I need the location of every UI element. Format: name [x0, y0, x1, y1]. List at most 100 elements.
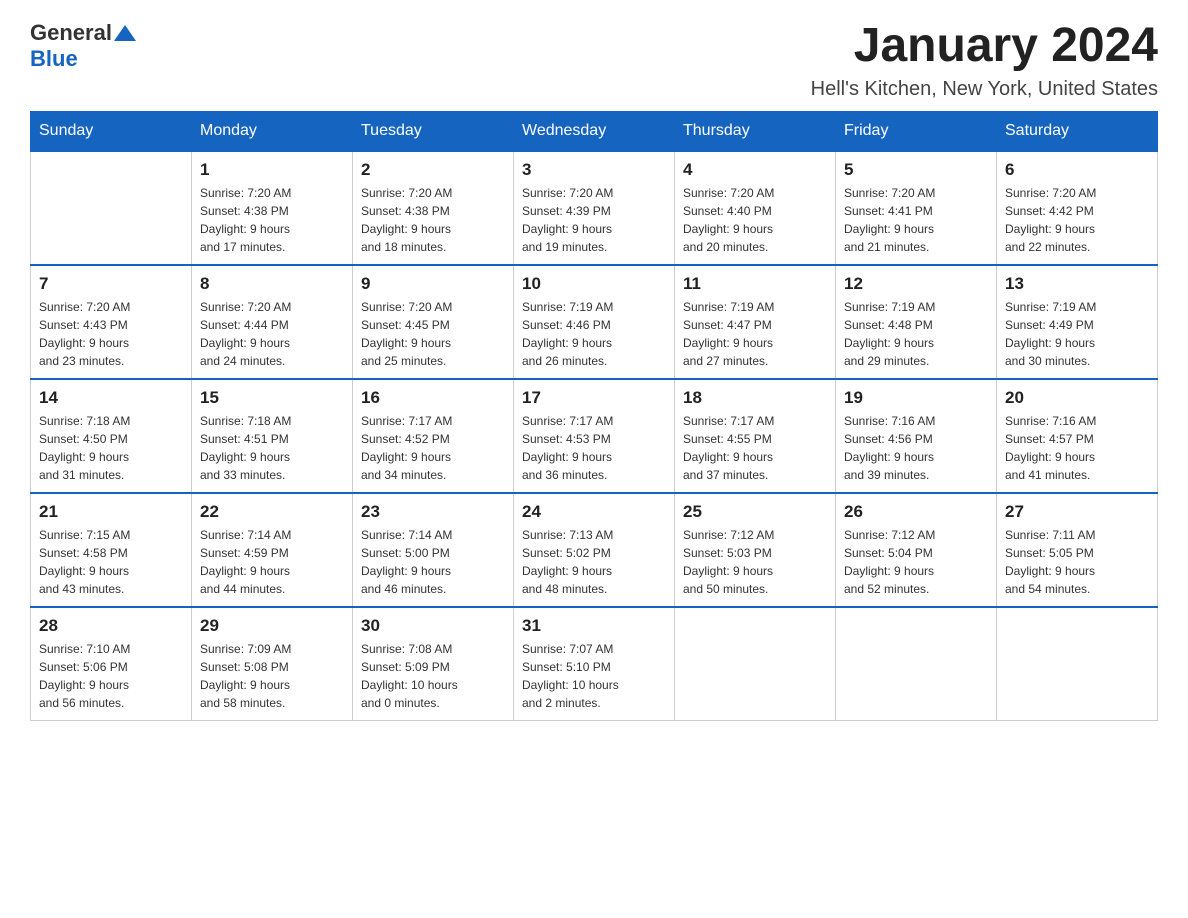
- calendar-cell: 16Sunrise: 7:17 AM Sunset: 4:52 PM Dayli…: [353, 379, 514, 493]
- calendar-cell: 14 Sunrise: 7:18 AM Sunset: 4:50 PM Dayli…: [31, 379, 192, 493]
- day-number: 19: [844, 388, 988, 408]
- week-row-1: 1 Sunrise: 7:20 AM Sunset: 4:38 PM Daylig…: [31, 151, 1158, 265]
- day-info: Sunrise: 7:10 AM Sunset: 5:06 PM Dayligh…: [39, 640, 183, 712]
- calendar-cell: 27 Sunrise: 7:11 AM Sunset: 5:05 PM Dayli…: [997, 493, 1158, 607]
- day-number: 13: [1005, 274, 1149, 294]
- logo-general-text: General: [30, 20, 112, 46]
- day-info: Sunrise: 7:20 AM Sunset: 4:45 PM Dayligh…: [361, 298, 505, 370]
- day-info: Sunrise: 7:18 AM Sunset: 4:50 PM Dayligh…: [39, 412, 183, 484]
- calendar-cell: 24Sunrise: 7:13 AM Sunset: 5:02 PM Dayli…: [514, 493, 675, 607]
- calendar-cell: 22 Sunrise: 7:14 AM Sunset: 4:59 PM Dayli…: [192, 493, 353, 607]
- calendar-cell: [675, 607, 836, 721]
- day-info: Sunrise: 7:17 AM Sunset: 4:52 PM Dayligh…: [361, 412, 505, 484]
- logo-triangle-icon: [114, 25, 136, 41]
- calendar-cell: 4Sunrise: 7:20 AM Sunset: 4:40 PM Daylig…: [675, 151, 836, 265]
- calendar-table: SundayMondayTuesdayWednesdayThursdayFrid…: [30, 111, 1158, 721]
- calendar-cell: 2 Sunrise: 7:20 AM Sunset: 4:38 PM Daylig…: [353, 151, 514, 265]
- week-row-2: 7 Sunrise: 7:20 AM Sunset: 4:43 PM Daylig…: [31, 265, 1158, 379]
- day-info: Sunrise: 7:12 AM Sunset: 5:03 PM Dayligh…: [683, 526, 827, 598]
- calendar-cell: 25 Sunrise: 7:12 AM Sunset: 5:03 PM Dayli…: [675, 493, 836, 607]
- week-row-5: 28 Sunrise: 7:10 AM Sunset: 5:06 PM Dayli…: [31, 607, 1158, 721]
- day-number: 27: [1005, 502, 1149, 522]
- calendar-cell: 3Sunrise: 7:20 AM Sunset: 4:39 PM Daylig…: [514, 151, 675, 265]
- calendar-cell: 15Sunrise: 7:18 AM Sunset: 4:51 PM Dayli…: [192, 379, 353, 493]
- day-number: 11: [683, 274, 827, 294]
- calendar-cell: 6Sunrise: 7:20 AM Sunset: 4:42 PM Daylig…: [997, 151, 1158, 265]
- day-number: 25: [683, 502, 827, 522]
- day-info: Sunrise: 7:20 AM Sunset: 4:39 PM Dayligh…: [522, 184, 666, 256]
- day-info: Sunrise: 7:18 AM Sunset: 4:51 PM Dayligh…: [200, 412, 344, 484]
- calendar-cell: [31, 151, 192, 265]
- title-area: January 2024 Hell's Kitchen, New York, U…: [811, 20, 1158, 101]
- week-row-4: 21 Sunrise: 7:15 AM Sunset: 4:58 PM Dayli…: [31, 493, 1158, 607]
- day-info: Sunrise: 7:20 AM Sunset: 4:42 PM Dayligh…: [1005, 184, 1149, 256]
- day-number: 18: [683, 388, 827, 408]
- day-header-friday: Friday: [836, 111, 997, 151]
- day-number: 14: [39, 388, 183, 408]
- day-info: Sunrise: 7:19 AM Sunset: 4:46 PM Dayligh…: [522, 298, 666, 370]
- calendar-cell: 18 Sunrise: 7:17 AM Sunset: 4:55 PM Dayli…: [675, 379, 836, 493]
- day-info: Sunrise: 7:12 AM Sunset: 5:04 PM Dayligh…: [844, 526, 988, 598]
- day-info: Sunrise: 7:17 AM Sunset: 4:55 PM Dayligh…: [683, 412, 827, 484]
- day-info: Sunrise: 7:11 AM Sunset: 5:05 PM Dayligh…: [1005, 526, 1149, 598]
- month-title: January 2024: [811, 20, 1158, 73]
- calendar-cell: 29 Sunrise: 7:09 AM Sunset: 5:08 PM Dayli…: [192, 607, 353, 721]
- day-header-tuesday: Tuesday: [353, 111, 514, 151]
- calendar-cell: [997, 607, 1158, 721]
- day-header-thursday: Thursday: [675, 111, 836, 151]
- day-info: Sunrise: 7:16 AM Sunset: 4:57 PM Dayligh…: [1005, 412, 1149, 484]
- day-info: Sunrise: 7:07 AM Sunset: 5:10 PM Dayligh…: [522, 640, 666, 712]
- calendar-cell: 7 Sunrise: 7:20 AM Sunset: 4:43 PM Daylig…: [31, 265, 192, 379]
- day-info: Sunrise: 7:20 AM Sunset: 4:38 PM Dayligh…: [361, 184, 505, 256]
- header: General Blue January 2024 Hell's Kitchen…: [30, 20, 1158, 101]
- day-number: 10: [522, 274, 666, 294]
- day-number: 22: [200, 502, 344, 522]
- day-info: Sunrise: 7:20 AM Sunset: 4:41 PM Dayligh…: [844, 184, 988, 256]
- day-number: 23: [361, 502, 505, 522]
- day-info: Sunrise: 7:08 AM Sunset: 5:09 PM Dayligh…: [361, 640, 505, 712]
- day-number: 8: [200, 274, 344, 294]
- calendar-cell: 23 Sunrise: 7:14 AM Sunset: 5:00 PM Dayli…: [353, 493, 514, 607]
- calendar-cell: 20 Sunrise: 7:16 AM Sunset: 4:57 PM Dayli…: [997, 379, 1158, 493]
- day-number: 7: [39, 274, 183, 294]
- calendar-cell: 5 Sunrise: 7:20 AM Sunset: 4:41 PM Daylig…: [836, 151, 997, 265]
- day-header-wednesday: Wednesday: [514, 111, 675, 151]
- day-info: Sunrise: 7:15 AM Sunset: 4:58 PM Dayligh…: [39, 526, 183, 598]
- location-title: Hell's Kitchen, New York, United States: [811, 78, 1158, 101]
- day-number: 21: [39, 502, 183, 522]
- calendar-cell: 21 Sunrise: 7:15 AM Sunset: 4:58 PM Dayli…: [31, 493, 192, 607]
- logo: General Blue: [30, 20, 136, 72]
- day-info: Sunrise: 7:17 AM Sunset: 4:53 PM Dayligh…: [522, 412, 666, 484]
- logo-blue-text: Blue: [30, 46, 78, 72]
- day-info: Sunrise: 7:13 AM Sunset: 5:02 PM Dayligh…: [522, 526, 666, 598]
- day-number: 5: [844, 160, 988, 180]
- calendar-cell: 9 Sunrise: 7:20 AM Sunset: 4:45 PM Daylig…: [353, 265, 514, 379]
- calendar-cell: 17 Sunrise: 7:17 AM Sunset: 4:53 PM Dayli…: [514, 379, 675, 493]
- day-number: 31: [522, 616, 666, 636]
- day-info: Sunrise: 7:09 AM Sunset: 5:08 PM Dayligh…: [200, 640, 344, 712]
- calendar-cell: 31 Sunrise: 7:07 AM Sunset: 5:10 PM Dayli…: [514, 607, 675, 721]
- day-number: 2: [361, 160, 505, 180]
- day-number: 20: [1005, 388, 1149, 408]
- day-header-monday: Monday: [192, 111, 353, 151]
- calendar-cell: 26Sunrise: 7:12 AM Sunset: 5:04 PM Dayli…: [836, 493, 997, 607]
- day-number: 28: [39, 616, 183, 636]
- day-number: 9: [361, 274, 505, 294]
- day-header-saturday: Saturday: [997, 111, 1158, 151]
- day-number: 17: [522, 388, 666, 408]
- day-number: 12: [844, 274, 988, 294]
- day-number: 29: [200, 616, 344, 636]
- calendar-cell: 8Sunrise: 7:20 AM Sunset: 4:44 PM Daylig…: [192, 265, 353, 379]
- calendar-cell: 10 Sunrise: 7:19 AM Sunset: 4:46 PM Dayli…: [514, 265, 675, 379]
- day-info: Sunrise: 7:14 AM Sunset: 5:00 PM Dayligh…: [361, 526, 505, 598]
- week-row-3: 14 Sunrise: 7:18 AM Sunset: 4:50 PM Dayli…: [31, 379, 1158, 493]
- day-number: 4: [683, 160, 827, 180]
- calendar-cell: 1 Sunrise: 7:20 AM Sunset: 4:38 PM Daylig…: [192, 151, 353, 265]
- day-info: Sunrise: 7:20 AM Sunset: 4:38 PM Dayligh…: [200, 184, 344, 256]
- day-number: 1: [200, 160, 344, 180]
- day-info: Sunrise: 7:14 AM Sunset: 4:59 PM Dayligh…: [200, 526, 344, 598]
- day-info: Sunrise: 7:20 AM Sunset: 4:43 PM Dayligh…: [39, 298, 183, 370]
- calendar-cell: 12 Sunrise: 7:19 AM Sunset: 4:48 PM Dayli…: [836, 265, 997, 379]
- calendar-cell: 13Sunrise: 7:19 AM Sunset: 4:49 PM Dayli…: [997, 265, 1158, 379]
- day-info: Sunrise: 7:19 AM Sunset: 4:48 PM Dayligh…: [844, 298, 988, 370]
